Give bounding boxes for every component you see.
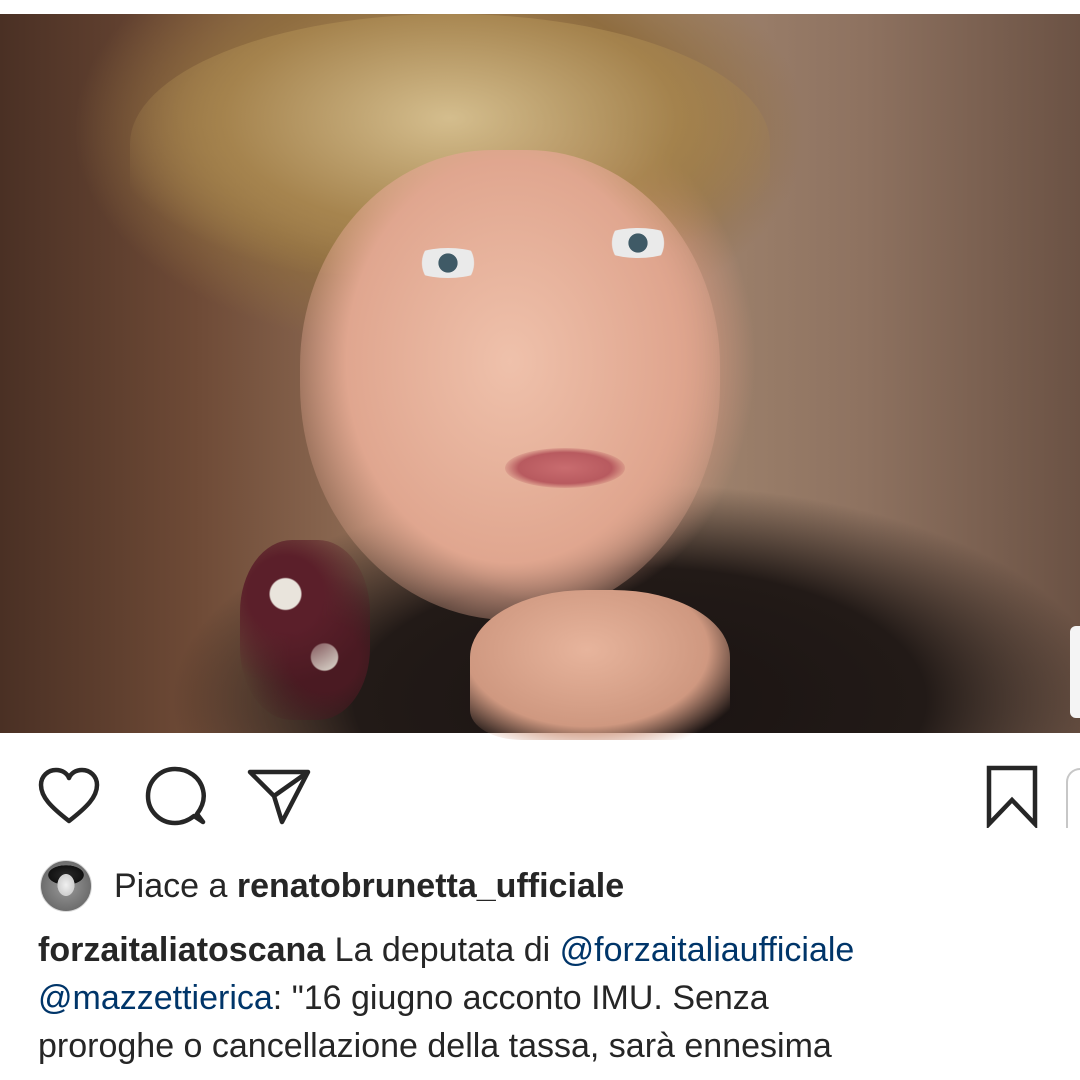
avatar[interactable]	[40, 860, 92, 912]
likes-summary[interactable]: Piace a renatobrunetta_ufficiale	[40, 858, 624, 914]
photo-face-area	[300, 150, 720, 620]
caption-mention[interactable]: @mazzettierica	[38, 979, 273, 1017]
caption-line: forzaitaliatoscana La deputata di @forza…	[38, 926, 1058, 974]
caption-mention[interactable]: @forzaitaliaufficiale	[560, 931, 855, 969]
side-edge-curve	[1066, 768, 1080, 828]
share-button[interactable]	[244, 760, 314, 832]
liker-username[interactable]: renatobrunetta_ufficiale	[237, 867, 624, 905]
save-button[interactable]	[982, 760, 1042, 832]
bookmark-icon	[984, 764, 1040, 828]
post-image[interactable]	[0, 0, 1080, 740]
caption-text: : "16 giugno acconto IMU. Senza	[272, 979, 769, 1017]
heart-icon	[37, 767, 101, 825]
photo-hand	[470, 590, 730, 740]
caption-text: proroghe o cancellazione della tassa, sa…	[38, 1027, 832, 1065]
caption-line: proroghe o cancellazione della tassa, sa…	[38, 1022, 1058, 1070]
post-caption: forzaitaliatoscana La deputata di @forza…	[38, 926, 1058, 1070]
like-button[interactable]	[36, 760, 102, 832]
top-strip	[0, 0, 1080, 14]
send-icon	[246, 766, 312, 826]
caption-text: La deputata di	[325, 931, 560, 969]
comment-icon	[143, 764, 207, 828]
side-scroll-tab	[1070, 626, 1080, 718]
photo-right-eye	[598, 228, 678, 258]
photo-left-eye	[408, 248, 488, 278]
caption-line: @mazzettierica: "16 giugno acconto IMU. …	[38, 974, 1058, 1022]
caption-author[interactable]: forzaitaliatoscana	[38, 931, 325, 969]
likes-prefix: Piace a	[114, 866, 237, 905]
comment-button[interactable]	[142, 760, 208, 832]
photo-lips	[505, 448, 625, 488]
post-action-bar	[0, 760, 1080, 832]
photo-earring	[240, 540, 370, 720]
